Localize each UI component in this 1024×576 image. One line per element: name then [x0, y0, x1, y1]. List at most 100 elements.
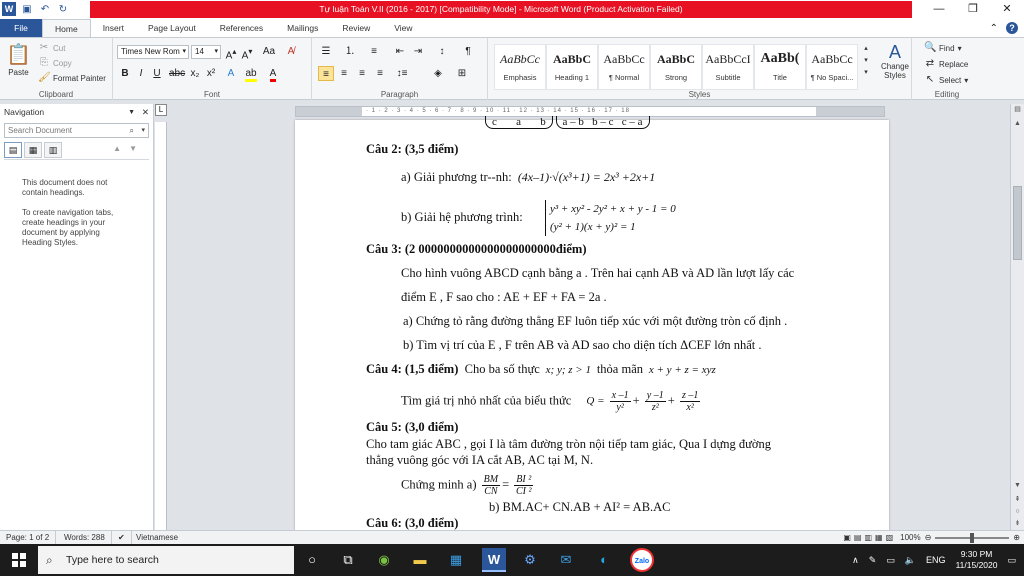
cut-button[interactable]: ✂ Cut — [38, 42, 66, 54]
nav-arrows-icon[interactable]: ▲▼ — [113, 144, 145, 153]
network-icon[interactable]: ▭ — [886, 555, 895, 566]
ruler-toggle-icon[interactable]: ▤ — [1011, 104, 1024, 116]
vertical-ruler[interactable] — [155, 122, 167, 530]
scroll-down-icon[interactable]: ▼ — [1011, 480, 1024, 492]
style-heading-1[interactable]: AaBbC Heading 1 — [546, 44, 598, 90]
settings-icon[interactable]: ⚙ — [518, 548, 542, 572]
undo-icon[interactable]: ↶ — [38, 2, 52, 16]
font-size-combo[interactable]: 14 ▾ — [191, 45, 221, 59]
input-language[interactable]: ENG — [926, 555, 946, 565]
pen-icon[interactable]: ✎ — [869, 555, 877, 566]
cortana-icon[interactable]: ○ — [300, 548, 324, 572]
justify-button[interactable]: ≡ — [372, 66, 388, 81]
restore-button[interactable]: ❐ — [956, 0, 990, 19]
numbering-icon[interactable]: ⒈ — [342, 44, 358, 59]
windows-start-button[interactable] — [0, 544, 38, 576]
next-page-icon[interactable]: ⇟ — [1011, 518, 1024, 530]
line-spacing-icon[interactable]: ↕≡ — [394, 66, 410, 81]
find-button[interactable]: 🔍 Find ▾ — [924, 42, 962, 54]
style-no-spaci[interactable]: AaBbCc ¶ No Spaci... — [806, 44, 858, 90]
superscript-button[interactable]: x² — [203, 66, 219, 81]
chevron-down-icon[interactable]: ▼ — [128, 104, 135, 121]
tab-page-layout[interactable]: Page Layout — [136, 19, 208, 37]
tab-headings[interactable]: ▤ — [4, 142, 22, 158]
word-count[interactable]: Words: 288 — [58, 531, 112, 545]
subscript-button[interactable]: x₂ — [187, 66, 203, 81]
font-name-combo[interactable]: Times New Rom ▾ — [117, 45, 189, 59]
strikethrough-button[interactable]: abc — [169, 66, 185, 81]
bold-button[interactable]: B — [117, 66, 133, 81]
word-taskbar-icon[interactable]: W — [482, 548, 506, 572]
ribbon-collapse-icon[interactable]: ⌃ — [990, 23, 998, 34]
zoom-level[interactable]: 100% — [900, 531, 920, 545]
shading-icon[interactable]: ◈ — [430, 66, 446, 81]
tab-review[interactable]: Review — [330, 19, 382, 37]
tab-home[interactable]: Home — [42, 19, 91, 37]
vertical-scrollbar[interactable]: ▤ ▲ ▼ ⇞ ○ ⇟ — [1010, 104, 1024, 530]
font-color-icon[interactable]: A — [265, 66, 281, 82]
zoom-out-icon[interactable]: ⊖ — [925, 531, 932, 545]
document-area[interactable]: L · 1 · 2 · 3 · 4 · 5 · 6 · 7 · 8 · 9 · … — [155, 104, 1010, 530]
style-emphasis[interactable]: AaBbCc Emphasis — [494, 44, 546, 90]
multilevel-list-icon[interactable]: ≡ — [366, 44, 382, 59]
zalo-icon[interactable]: Zalo — [630, 548, 654, 572]
increase-indent-icon[interactable]: ⇥ — [410, 44, 426, 59]
style-subtitle[interactable]: AaBbCcI Subtitle — [702, 44, 754, 90]
volume-icon[interactable]: 🔈 — [905, 555, 916, 566]
paste-button[interactable]: 📋 Paste — [6, 42, 31, 77]
clear-format-icon[interactable]: A̸ — [283, 44, 299, 59]
underline-button[interactable]: U — [149, 66, 165, 81]
tab-insert[interactable]: Insert — [91, 19, 136, 37]
taskbar-search-input[interactable]: ⌕ Type here to search — [38, 546, 294, 574]
tab-mailings[interactable]: Mailings — [275, 19, 330, 37]
styles-scroll[interactable]: ▴ ▾ ▾ — [860, 44, 872, 76]
select-button[interactable]: ↖ Select ▾ — [924, 74, 968, 86]
scroll-up-icon[interactable]: ▲ — [1011, 118, 1024, 130]
clock[interactable]: 9:30 PM 11/15/2020 — [956, 549, 998, 571]
bullets-icon[interactable]: ☰ — [318, 44, 334, 59]
document-page[interactable]: c a b a – b b – c c – a Câu 2: (3,5 điểm… — [295, 116, 889, 530]
tab-file[interactable]: File — [0, 19, 42, 37]
edge-icon[interactable]: ◐ — [592, 548, 616, 572]
app-icon[interactable]: ◉ — [372, 548, 396, 572]
tab-pages[interactable]: ▦ — [24, 142, 42, 158]
format-painter-button[interactable]: 🖌 Format Painter — [38, 72, 106, 84]
align-center-button[interactable]: ≡ — [336, 66, 352, 81]
task-view-icon[interactable]: ⧉ — [336, 548, 360, 572]
save-icon[interactable]: ▣ — [20, 2, 34, 16]
style-strong[interactable]: AaBbC Strong — [650, 44, 702, 90]
italic-button[interactable]: I — [133, 66, 149, 81]
close-button[interactable]: ✕ — [990, 0, 1024, 19]
word-logo-icon[interactable]: W — [2, 2, 16, 16]
style-title[interactable]: AaBb(Title — [754, 44, 806, 90]
previous-page-icon[interactable]: ⇞ — [1011, 494, 1024, 506]
language[interactable]: Vietnamese — [130, 531, 184, 545]
change-styles-button[interactable]: A Change Styles — [878, 42, 912, 80]
minimize-button[interactable]: — — [922, 0, 956, 19]
notifications-icon[interactable]: ▭ — [1007, 555, 1016, 566]
help-icon[interactable]: ? — [1006, 22, 1018, 34]
decrease-indent-icon[interactable]: ⇤ — [392, 44, 408, 59]
tab-references[interactable]: References — [208, 19, 275, 37]
pilcrow-icon[interactable]: ¶ — [460, 44, 476, 59]
navigation-search-input[interactable]: Search Document ⌕ ▾ — [4, 123, 149, 138]
proofing-icon[interactable]: ✔ — [112, 531, 132, 545]
browse-object-icon[interactable]: ○ — [1011, 506, 1024, 518]
text-effects-icon[interactable]: A — [223, 66, 239, 81]
tab-results[interactable]: ▥ — [44, 142, 62, 158]
highlight-icon[interactable]: ab — [243, 66, 259, 82]
borders-icon[interactable]: ⊞ — [454, 66, 470, 81]
chevron-down-icon[interactable]: ▾ — [141, 124, 145, 137]
style-normal[interactable]: AaBbCc ¶ Normal — [598, 44, 650, 90]
page-count[interactable]: Page: 1 of 2 — [0, 531, 57, 545]
store-icon[interactable]: ▦ — [444, 548, 468, 572]
sort-icon[interactable]: ↕ — [434, 44, 450, 59]
replace-button[interactable]: ⇄ Replace — [924, 58, 969, 70]
mail-icon[interactable]: ✉ — [554, 548, 578, 572]
redo-icon[interactable]: ↻ — [56, 2, 70, 16]
grow-font-icon[interactable]: A▴ — [223, 44, 239, 61]
tab-selector-icon[interactable]: L — [155, 104, 167, 116]
chevron-up-icon[interactable]: ∧ — [852, 555, 859, 566]
close-icon[interactable]: ✕ — [142, 104, 149, 121]
search-icon[interactable]: ⌕ — [130, 124, 134, 137]
